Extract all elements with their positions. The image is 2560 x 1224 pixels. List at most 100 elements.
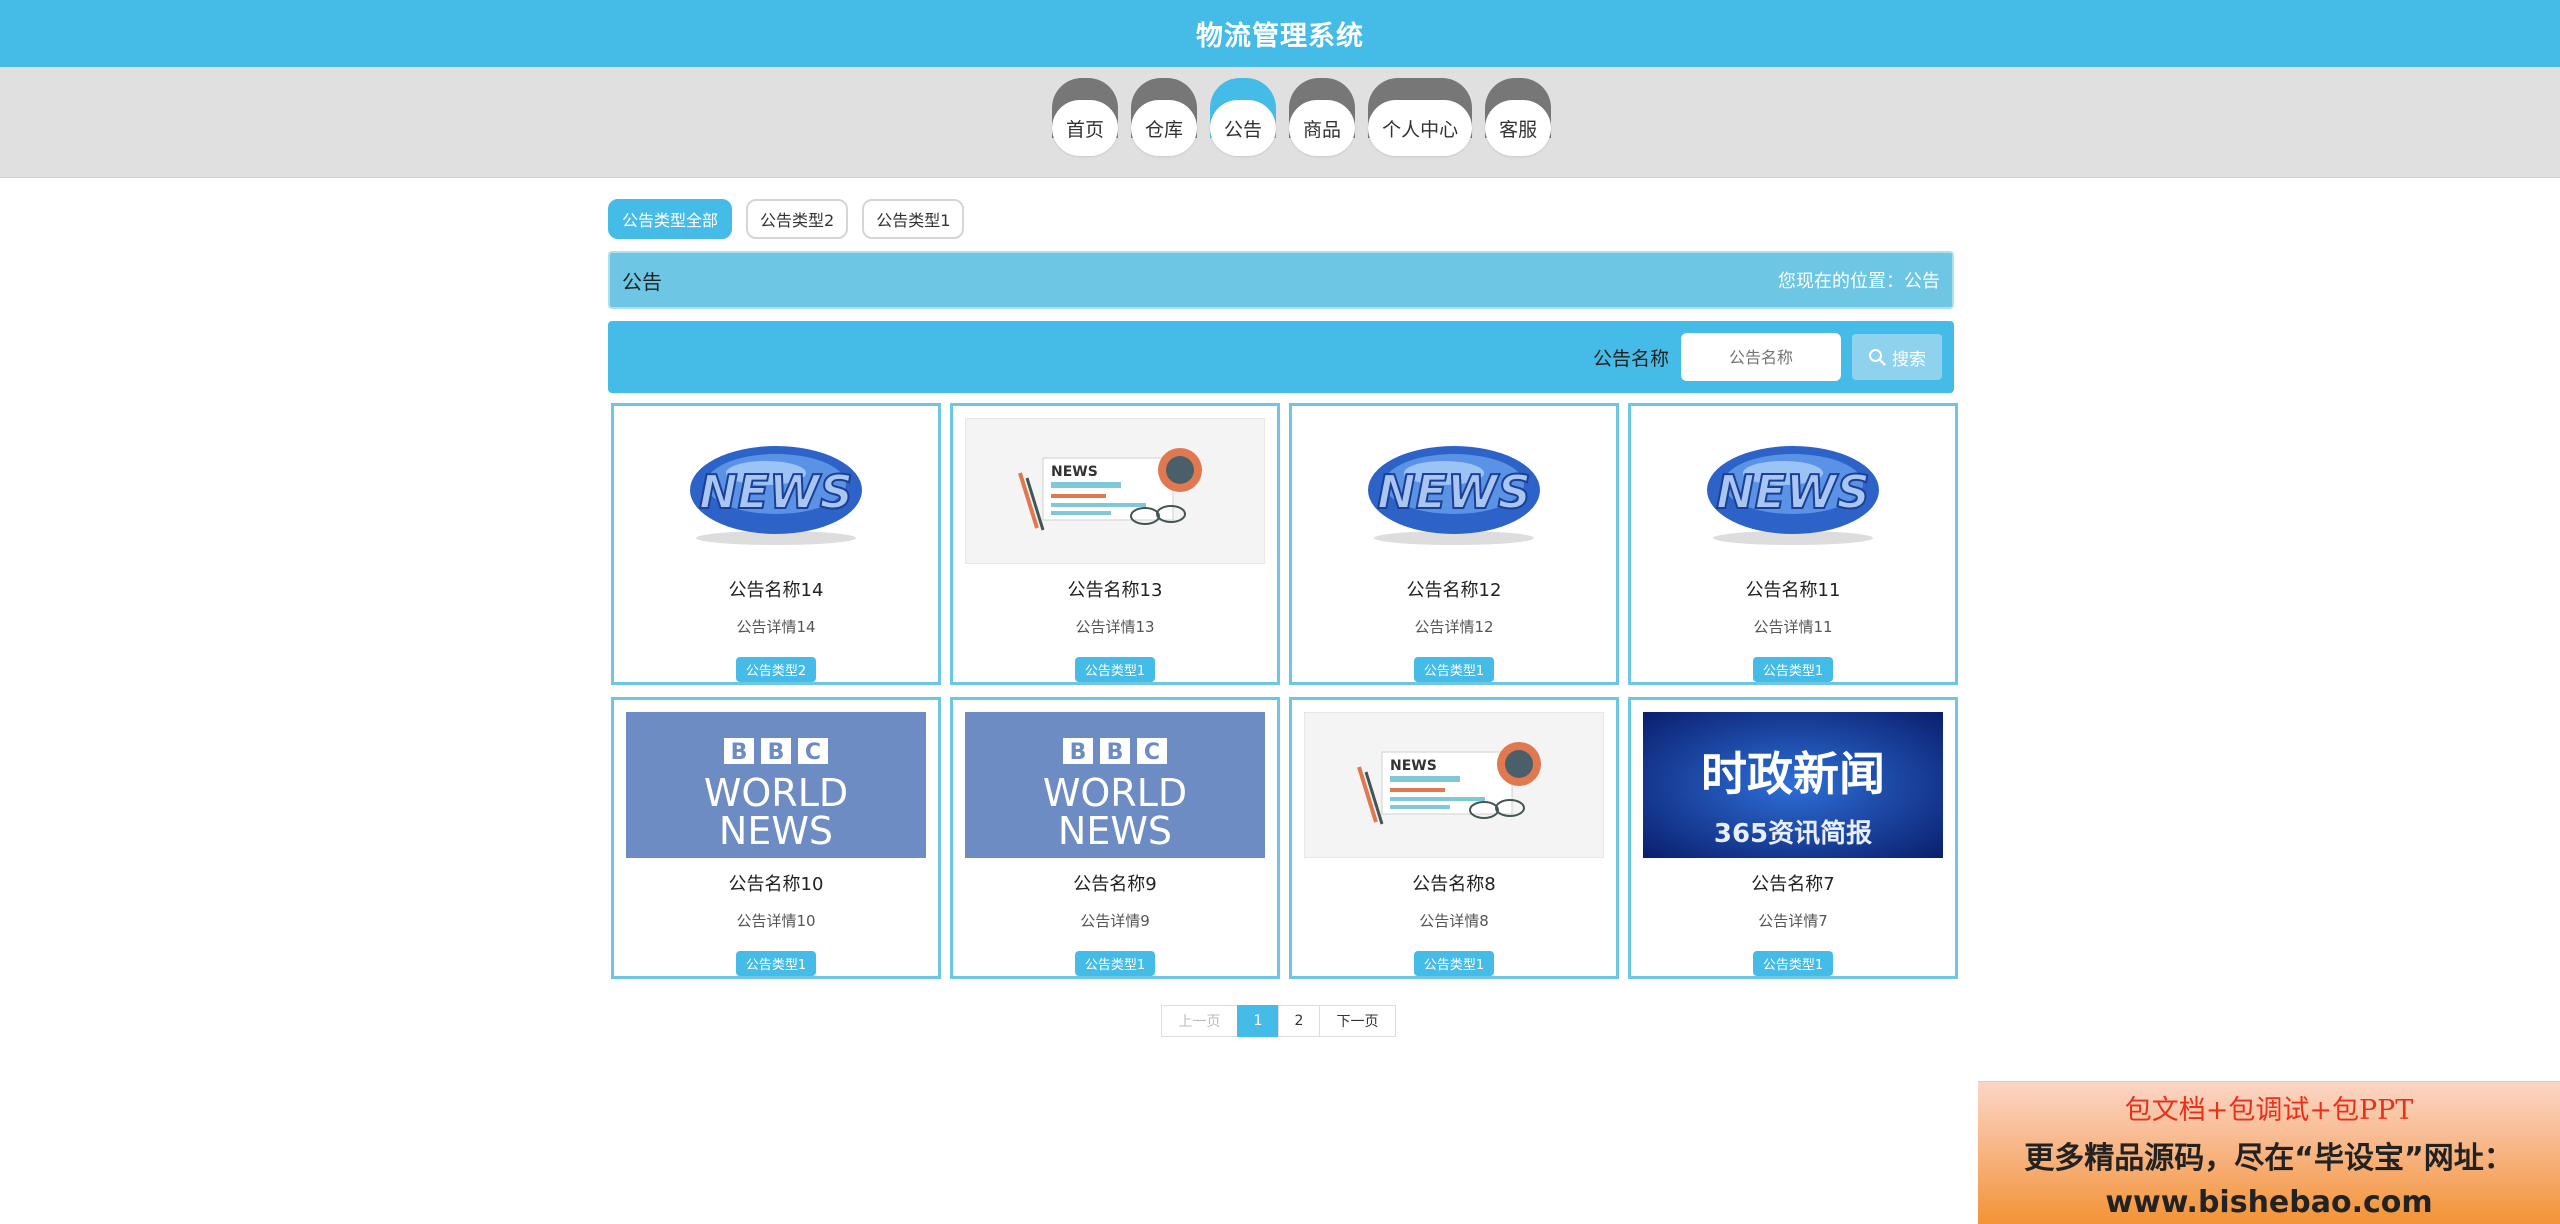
app-title: 物流管理系统 (1196, 21, 1364, 52)
search-bar: 公告名称 搜索 (608, 321, 1954, 393)
announcement-card[interactable]: NEWS 公告名称8 公告详情8 公告类型1 (1289, 697, 1619, 979)
search-button[interactable]: 搜索 (1852, 334, 1942, 380)
svg-text:B: B (1107, 740, 1124, 765)
card-thumbnail[interactable]: NEWS (965, 418, 1265, 564)
svg-text:NEWS: NEWS (1058, 809, 1172, 853)
page-2-button[interactable]: 2 (1278, 1005, 1320, 1037)
card-thumbnail[interactable]: B B C WORLD NEWS (965, 712, 1265, 858)
card-type-badge: 公告类型1 (1413, 657, 1495, 682)
announcement-card[interactable]: NEWS 公告名称13 公告详情13 公告类型1 (950, 403, 1280, 685)
card-detail: 公告详情8 (1419, 912, 1489, 930)
breadcrumb: 您现在的位置：公告 (1778, 271, 1940, 292)
card-thumbnail[interactable]: NEWS (1304, 418, 1604, 564)
card-thumbnail[interactable]: 时政新闻 365资讯简报 (1643, 712, 1943, 858)
card-title: 公告名称13 (1067, 580, 1163, 601)
card-type-badge: 公告类型1 (1074, 657, 1156, 682)
nav-item-label: 公告 (1210, 100, 1277, 156)
nav-item-support[interactable]: 客服 (1485, 78, 1552, 156)
politics-news-image: 时政新闻 365资讯简报 (1643, 712, 1943, 858)
search-icon (1869, 349, 1886, 366)
news-text: NEWS (1377, 465, 1531, 519)
card-detail: 公告详情9 (1080, 912, 1150, 930)
nav-item-label: 首页 (1052, 100, 1119, 156)
news-text: NEWS (1716, 465, 1870, 519)
news-globe-image: NEWS (626, 418, 926, 564)
card-title: 公告名称7 (1751, 874, 1835, 895)
card-type-badge: 公告类型1 (1074, 951, 1156, 976)
nav-item-label: 个人中心 (1368, 100, 1473, 156)
promo-banner[interactable]: 包文档+包调试+包PPT 更多精品源码，尽在“毕设宝”网址： www.bishe… (1978, 1081, 2560, 1224)
nav-item-home[interactable]: 首页 (1052, 78, 1119, 156)
news-text: NEWS (1390, 758, 1437, 774)
page-1-button[interactable]: 1 (1237, 1005, 1279, 1037)
card-detail: 公告详情13 (1075, 618, 1155, 636)
announcement-grid: NEWS 公告名称14 公告详情14 公告类型2 NEWS 公告名称13 公告详… (608, 403, 1958, 979)
announcement-card[interactable]: B B C WORLD NEWS 公告名称9 公告详情9 公告类型1 (950, 697, 1280, 979)
search-label: 公告名称 (1592, 347, 1669, 370)
card-title: 公告名称11 (1745, 580, 1841, 601)
prev-page-button[interactable]: 上一页 (1161, 1005, 1238, 1037)
svg-text:C: C (805, 740, 821, 765)
card-type-badge: 公告类型2 (735, 657, 817, 682)
card-detail: 公告详情7 (1758, 912, 1828, 930)
nav-item-warehouse[interactable]: 仓库 (1131, 78, 1198, 156)
nav-item-profile[interactable]: 个人中心 (1368, 78, 1473, 156)
card-detail: 公告详情12 (1414, 618, 1494, 636)
card-title: 公告名称14 (728, 580, 824, 601)
card-title: 公告名称12 (1406, 580, 1502, 601)
svg-text:B: B (731, 740, 748, 765)
card-title: 公告名称9 (1073, 874, 1157, 895)
news-globe-image: NEWS (1304, 418, 1604, 564)
filter-all[interactable]: 公告类型全部 (608, 199, 733, 239)
announcement-card[interactable]: NEWS 公告名称12 公告详情12 公告类型1 (1289, 403, 1619, 685)
announcement-card[interactable]: 时政新闻 365资讯简报 公告名称7 公告详情7 公告类型1 (1628, 697, 1958, 979)
filter-type-2[interactable]: 公告类型2 (746, 199, 849, 239)
section-header: 公告 您现在的位置：公告 (608, 251, 1954, 309)
card-type-badge: 公告类型1 (735, 951, 817, 976)
bbc-world-news-image: B B C WORLD NEWS (965, 712, 1265, 858)
news-text: NEWS (1051, 464, 1098, 480)
svg-text:NEWS: NEWS (719, 809, 833, 853)
announcement-card[interactable]: NEWS 公告名称11 公告详情11 公告类型1 (1628, 403, 1958, 685)
search-input[interactable] (1681, 333, 1841, 381)
promo-line-1: 包文档+包调试+包PPT (2124, 1095, 2414, 1126)
nav-item-announcements[interactable]: 公告 (1210, 78, 1277, 156)
top-header: 物流管理系统 (0, 0, 2560, 67)
svg-text:B: B (768, 740, 785, 765)
card-detail: 公告详情10 (736, 912, 816, 930)
card-type-badge: 公告类型1 (1752, 657, 1834, 682)
pagination: 上一页 1 2 下一页 (1161, 1005, 1396, 1037)
news-paper-image: NEWS (965, 418, 1265, 564)
next-page-button[interactable]: 下一页 (1319, 1005, 1396, 1037)
main-nav: 首页 仓库 公告 商品 个人中心 客服 (1052, 78, 1552, 156)
card-detail: 公告详情14 (736, 618, 816, 636)
news-globe-image: NEWS (1643, 418, 1943, 564)
announcement-card[interactable]: B B C WORLD NEWS 公告名称10 公告详情10 公告类型1 (611, 697, 941, 979)
card-detail: 公告详情11 (1753, 618, 1833, 636)
section-title: 公告 (622, 269, 662, 294)
announcement-card[interactable]: NEWS 公告名称14 公告详情14 公告类型2 (611, 403, 941, 685)
nav-item-products[interactable]: 商品 (1289, 78, 1356, 156)
svg-text:时政新闻: 时政新闻 (1701, 747, 1885, 801)
card-title: 公告名称10 (728, 874, 824, 895)
card-type-badge: 公告类型1 (1752, 951, 1834, 976)
svg-text:365资讯简报: 365资讯简报 (1714, 818, 1872, 849)
main-content: 公告类型全部 公告类型2 公告类型1 公告 您现在的位置：公告 公告名称 搜索 … (608, 199, 1958, 979)
card-thumbnail[interactable]: NEWS (1643, 418, 1943, 564)
bbc-world-news-image: B B C WORLD NEWS (626, 712, 926, 858)
nav-item-label: 商品 (1289, 100, 1356, 156)
search-button-label: 搜索 (1892, 349, 1926, 370)
svg-text:C: C (1144, 740, 1160, 765)
svg-text:B: B (1070, 740, 1087, 765)
promo-line-3: www.bishebao.com (2105, 1185, 2433, 1220)
card-title: 公告名称8 (1412, 874, 1496, 895)
card-thumbnail[interactable]: NEWS (626, 418, 926, 564)
promo-line-2: 更多精品源码，尽在“毕设宝”网址： (2024, 1141, 2514, 1176)
filter-type-1[interactable]: 公告类型1 (862, 199, 965, 239)
nav-item-label: 客服 (1485, 100, 1552, 156)
card-thumbnail[interactable]: B B C WORLD NEWS (626, 712, 926, 858)
card-thumbnail[interactable]: NEWS (1304, 712, 1604, 858)
card-type-badge: 公告类型1 (1413, 951, 1495, 976)
nav-item-label: 仓库 (1131, 100, 1198, 156)
news-text: NEWS (699, 465, 853, 519)
